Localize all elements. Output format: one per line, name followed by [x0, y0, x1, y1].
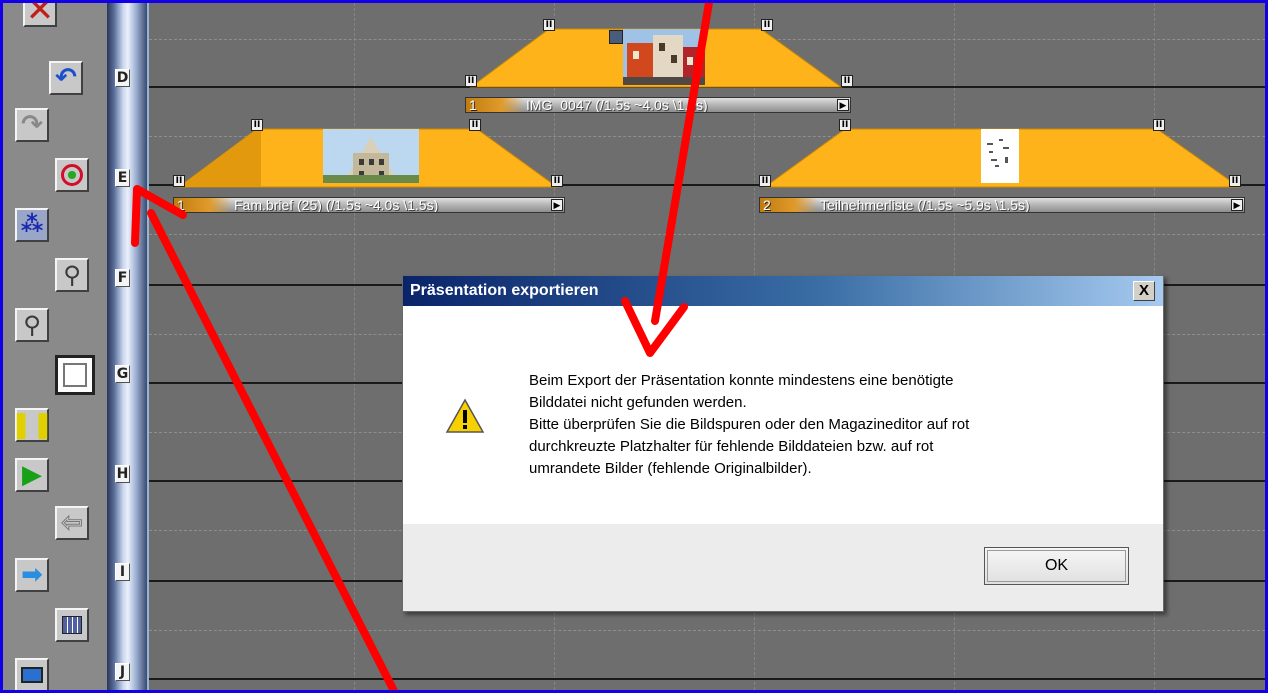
annotation-arrow-dialog — [621, 3, 714, 357]
annotation-arrow-track-e — [131, 185, 398, 690]
editor-frame: ✕ ↶ ↷ ⁂ ⚲ ⚲ ❚❚ ▶ ⇦ ➡ D E F G H I J II II… — [0, 0, 1268, 693]
annotation-overlay — [131, 3, 714, 690]
